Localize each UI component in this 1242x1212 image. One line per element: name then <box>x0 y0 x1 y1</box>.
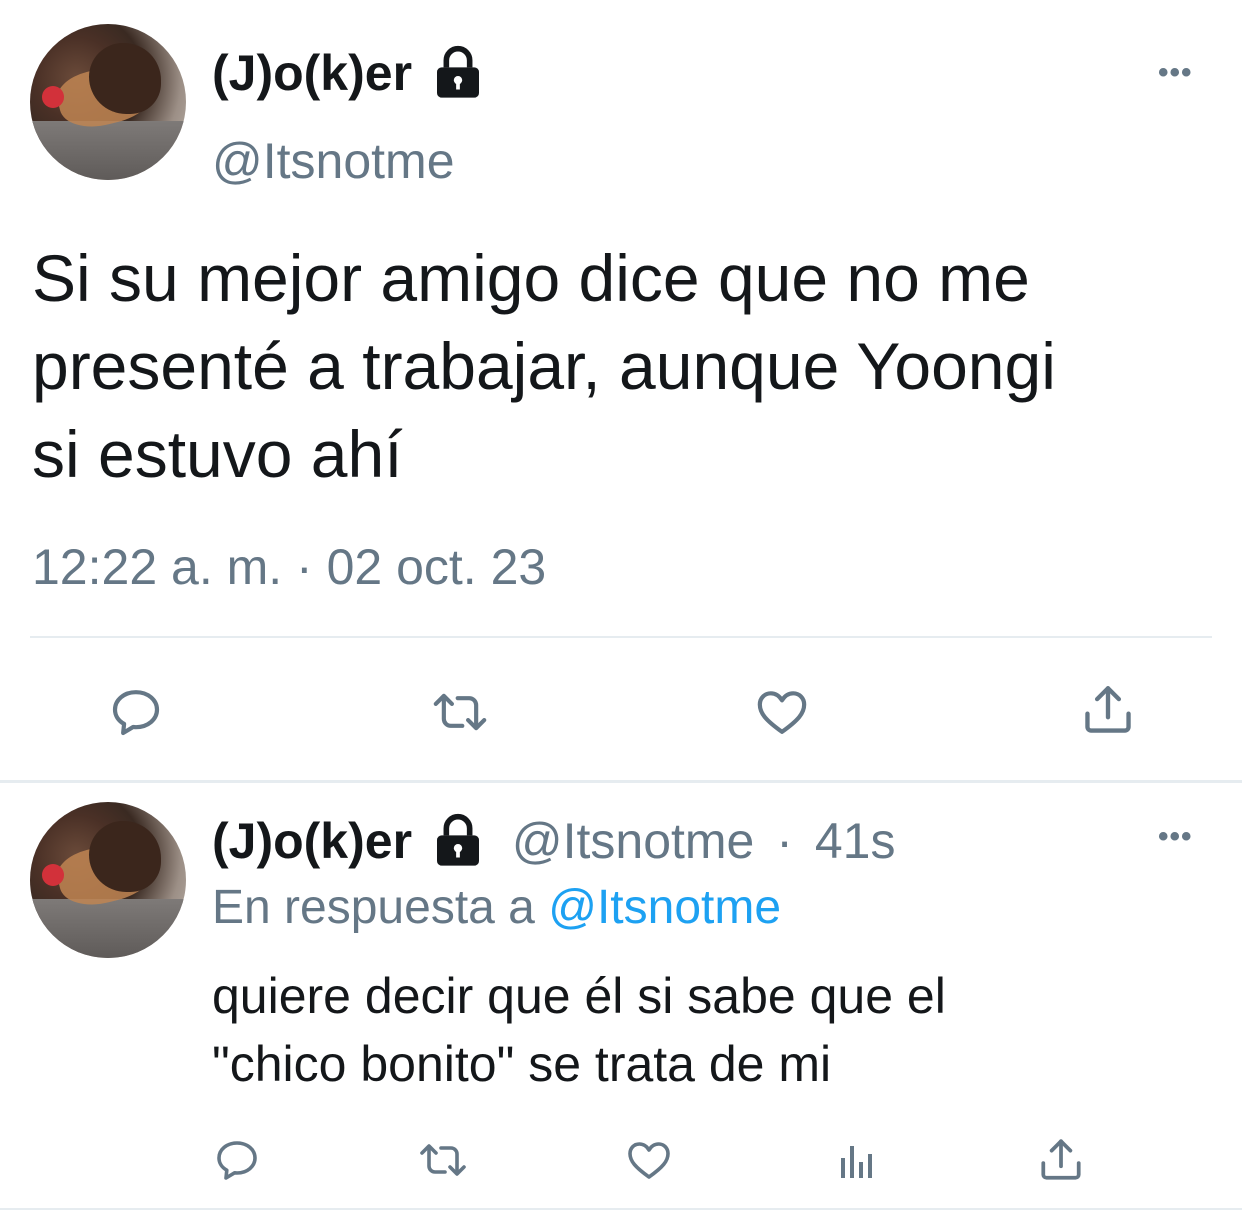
more-options-icon[interactable]: ••• <box>1158 820 1193 854</box>
retweet-icon <box>433 693 487 731</box>
like-icon <box>757 691 807 734</box>
lock-icon <box>436 813 479 866</box>
divider <box>0 1208 1242 1210</box>
tweet-time-ago[interactable]: 41s <box>815 813 896 869</box>
author-handle[interactable]: @Itsnotme <box>512 813 755 869</box>
like-button[interactable] <box>746 680 818 744</box>
divider <box>0 780 1242 783</box>
tweet-text: Si su mejor amigo dice que no me present… <box>32 234 1232 498</box>
display-name: (J)o(k)er <box>212 45 413 101</box>
like-icon <box>628 1142 670 1179</box>
retweet-icon <box>420 1144 466 1176</box>
reply-text-line: "chico bonito" se trata de mi <box>212 1036 832 1092</box>
share-icon <box>1085 686 1131 733</box>
separator: · <box>776 813 793 869</box>
share-icon <box>1041 1139 1081 1180</box>
avatar[interactable] <box>30 802 186 958</box>
tweet-text-line: Si su mejor amigo dice que no me <box>32 241 1030 315</box>
analytics-button[interactable] <box>824 1130 886 1190</box>
lock-icon <box>436 45 479 98</box>
reply-prefix: En respuesta a <box>212 881 535 934</box>
analytics-icon <box>841 1146 872 1178</box>
author-name-row[interactable]: (J)o(k)er @Itsnotme · 41s <box>212 812 895 870</box>
divider <box>30 636 1212 638</box>
share-button[interactable] <box>1030 1130 1092 1190</box>
tweet-text-line: presenté a trabajar, aunque Yoongi <box>32 329 1056 403</box>
retweet-button[interactable] <box>412 1130 474 1190</box>
retweet-button[interactable] <box>424 680 496 744</box>
avatar[interactable] <box>30 24 186 180</box>
reply-text: quiere decir que él si sabe que el "chic… <box>212 962 1222 1098</box>
author-name-row[interactable]: (J)o(k)er <box>212 44 486 102</box>
reply-text-line: quiere decir que él si sabe que el <box>212 968 946 1024</box>
display-name: (J)o(k)er <box>212 813 413 869</box>
like-button[interactable] <box>618 1130 680 1190</box>
reply-button[interactable] <box>206 1130 268 1190</box>
reply-button[interactable] <box>100 680 172 744</box>
more-options-icon[interactable]: ••• <box>1158 56 1193 90</box>
share-button[interactable] <box>1072 678 1144 742</box>
reply-mention-link[interactable]: @Itsnotme <box>548 881 781 934</box>
tweet-text-line: si estuvo ahí <box>32 417 403 491</box>
reply-icon <box>112 690 160 736</box>
tweet-timestamp[interactable]: 12:22 a. m. · 02 oct. 23 <box>32 538 546 596</box>
author-handle[interactable]: @Itsnotme <box>212 132 455 190</box>
reply-context: En respuesta a @Itsnotme <box>212 880 781 935</box>
reply-icon <box>217 1141 257 1180</box>
